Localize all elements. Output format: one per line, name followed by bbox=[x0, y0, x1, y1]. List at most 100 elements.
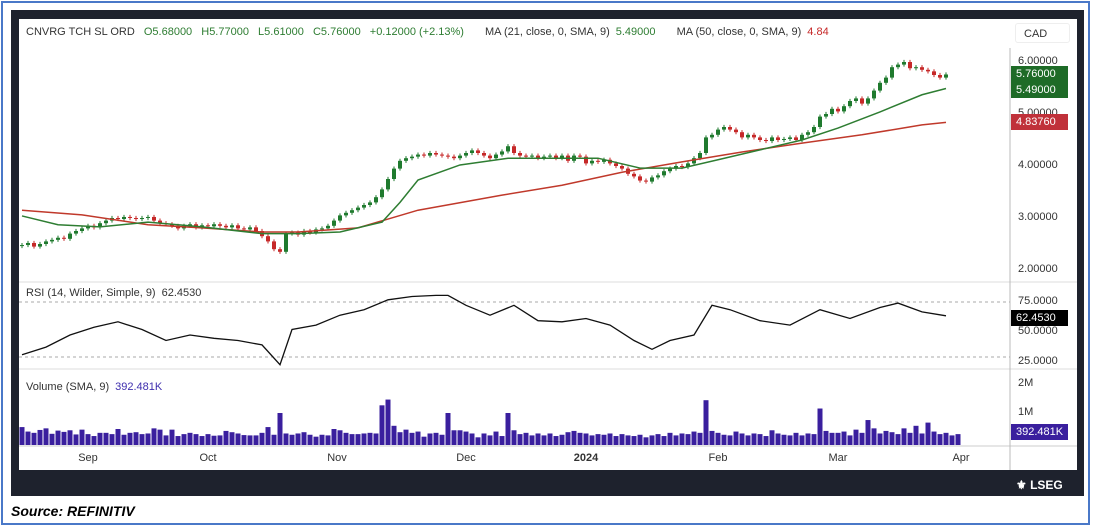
volume-bar bbox=[661, 436, 667, 445]
ma50-label: MA (50, close, 0, SMA, 9) bbox=[676, 26, 802, 38]
candle bbox=[404, 158, 408, 161]
volume-bar bbox=[853, 429, 859, 445]
volume-bar bbox=[481, 433, 487, 445]
volume-bar bbox=[115, 429, 121, 445]
volume-bar bbox=[931, 431, 937, 445]
candle bbox=[380, 189, 384, 198]
candle bbox=[428, 153, 432, 156]
volume-bar bbox=[769, 430, 775, 445]
candle bbox=[50, 239, 54, 242]
candle bbox=[728, 127, 732, 130]
volume-bar bbox=[589, 435, 595, 445]
volume-bar bbox=[463, 431, 469, 445]
volume-bar bbox=[559, 434, 565, 445]
candle bbox=[860, 98, 864, 104]
chart-svg[interactable] bbox=[0, 0, 1094, 529]
volume-bar bbox=[439, 434, 445, 445]
candle bbox=[650, 177, 654, 182]
candle bbox=[128, 216, 132, 218]
volume-bar bbox=[37, 429, 43, 445]
volume-bar bbox=[823, 430, 829, 445]
volume-bar bbox=[331, 429, 337, 445]
candle bbox=[854, 98, 858, 101]
candle bbox=[116, 218, 120, 220]
candle bbox=[26, 242, 30, 246]
volume-bar bbox=[127, 432, 133, 445]
price-tick: 2.00000 bbox=[1018, 263, 1058, 275]
volume-bar bbox=[217, 435, 223, 445]
candle bbox=[518, 153, 522, 156]
candle bbox=[614, 163, 618, 166]
volume-bar bbox=[199, 436, 205, 445]
volume-bar bbox=[697, 432, 703, 445]
volume-bar bbox=[265, 427, 271, 445]
volume-bar bbox=[787, 435, 793, 445]
candle bbox=[488, 155, 492, 159]
volume-bar bbox=[817, 408, 823, 445]
candle bbox=[134, 218, 138, 220]
candle bbox=[590, 160, 594, 164]
volume-bar bbox=[475, 437, 481, 445]
candle bbox=[932, 71, 936, 75]
volume-legend: Volume (SMA, 9) 392.481K bbox=[26, 381, 168, 393]
volume-bar bbox=[859, 432, 865, 445]
volume-bar bbox=[409, 432, 415, 445]
rsi-tick: 25.0000 bbox=[1018, 355, 1058, 367]
candle bbox=[704, 137, 708, 153]
rsi-line bbox=[21, 294, 947, 366]
volume-bar bbox=[379, 405, 385, 445]
ma50-value: 4.84 bbox=[807, 26, 829, 38]
volume-bar bbox=[889, 432, 895, 445]
volume-bar bbox=[619, 434, 625, 445]
candle bbox=[278, 249, 282, 252]
brand-name: LSEG bbox=[1030, 478, 1063, 492]
ma50-badge: 4.83760 bbox=[1011, 114, 1068, 130]
volume-bar bbox=[637, 434, 643, 445]
volume-bar bbox=[49, 433, 55, 445]
volume-bar bbox=[61, 431, 67, 445]
volume-bar bbox=[349, 434, 355, 445]
volume-bar bbox=[91, 436, 97, 445]
last-close-badge: 5.76000 bbox=[1011, 66, 1068, 82]
ma21-line bbox=[21, 87, 947, 235]
volume-bar bbox=[373, 433, 379, 445]
volume-bar bbox=[223, 430, 229, 445]
candle bbox=[494, 154, 498, 159]
candle bbox=[890, 67, 894, 78]
candle bbox=[368, 202, 372, 205]
candle bbox=[440, 154, 444, 156]
volume-bar bbox=[793, 432, 799, 445]
volume-bar bbox=[781, 434, 787, 445]
volume-bar bbox=[895, 434, 901, 445]
volume-bar bbox=[631, 436, 637, 445]
volume-bar bbox=[955, 434, 961, 445]
candle bbox=[872, 90, 876, 99]
volume-bar bbox=[919, 433, 925, 445]
volume-bar bbox=[457, 430, 463, 445]
ma21-label: MA (21, close, 0, SMA, 9) bbox=[485, 26, 610, 38]
x-axis-label: Feb bbox=[708, 452, 728, 464]
candle bbox=[746, 134, 750, 138]
volume-bar bbox=[253, 435, 259, 445]
volume-bar bbox=[541, 435, 547, 445]
candle bbox=[548, 155, 552, 157]
volume-bar bbox=[535, 433, 541, 445]
x-axis-label: Sep bbox=[78, 452, 98, 464]
currency-selector[interactable]: CAD bbox=[1015, 23, 1070, 43]
volume-bar bbox=[511, 430, 517, 445]
candle bbox=[152, 216, 156, 221]
volume-bar bbox=[43, 428, 49, 445]
candle bbox=[710, 134, 714, 138]
ma21-badge: 5.49000 bbox=[1011, 82, 1068, 98]
candle bbox=[716, 129, 720, 135]
price-tick: 3.00000 bbox=[1018, 211, 1058, 223]
candle bbox=[824, 114, 828, 117]
volume-bar bbox=[133, 432, 139, 445]
volume-tick: 2M bbox=[1018, 377, 1034, 389]
volume-bar bbox=[667, 432, 673, 445]
volume-bar bbox=[343, 432, 349, 445]
volume-bar bbox=[67, 430, 73, 445]
ma21-value: 5.49000 bbox=[615, 26, 656, 38]
candle bbox=[470, 150, 474, 153]
candle bbox=[644, 180, 648, 182]
